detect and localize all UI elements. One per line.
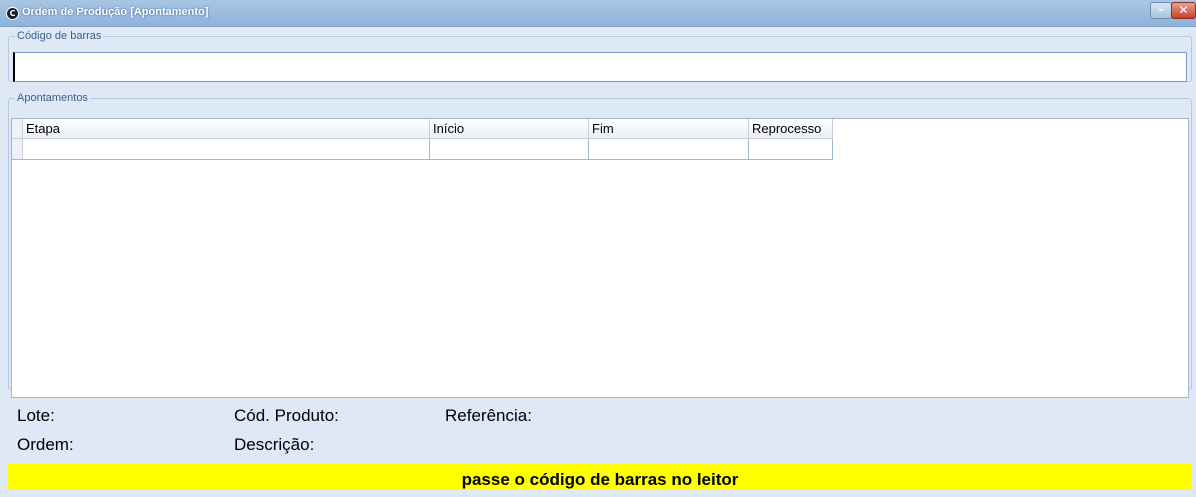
column-header-fim[interactable]: Fim <box>589 119 749 139</box>
close-icon: ✕ <box>1178 3 1189 17</box>
column-header-inicio[interactable]: Início <box>430 119 589 139</box>
referencia-label: Referência: <box>445 406 532 425</box>
window-title: Ordem de Produção [Apontamento] <box>22 6 209 18</box>
cell-etapa[interactable] <box>23 139 430 160</box>
apontamentos-group: Apontamentos Etapa Início Fim Reprocesso <box>8 92 1192 398</box>
title-bar[interactable]: C Ordem de Produção [Apontamento] – ✕ <box>0 0 1196 27</box>
close-button[interactable]: ✕ <box>1171 2 1196 19</box>
status-banner: passe o código de barras no leitor <box>8 463 1192 490</box>
cod-produto-label: Cód. Produto: <box>234 406 339 425</box>
cell-reprocesso[interactable] <box>749 139 833 160</box>
barcode-group: Código de barras <box>8 30 1192 82</box>
apontamentos-group-legend: Apontamentos <box>17 92 88 104</box>
barcode-group-legend: Código de barras <box>17 30 102 42</box>
descricao-label: Descrição: <box>234 435 315 454</box>
column-header-reprocesso[interactable]: Reprocesso <box>749 119 833 139</box>
minimize-icon: – <box>1158 3 1164 16</box>
column-header-etapa[interactable]: Etapa <box>23 119 430 139</box>
barcode-input[interactable] <box>13 52 1187 82</box>
cell-inicio[interactable] <box>430 139 589 160</box>
cell-fim[interactable] <box>589 139 749 160</box>
header-row-indicator <box>12 119 23 139</box>
lote-label: Lote: <box>17 406 55 425</box>
row-indicator[interactable] <box>12 139 23 160</box>
ordem-label: Ordem: <box>17 435 74 454</box>
minimize-button[interactable]: – <box>1150 2 1172 19</box>
app-logo-icon[interactable]: C <box>6 7 19 20</box>
apontamentos-grid[interactable]: Etapa Início Fim Reprocesso <box>11 118 1189 398</box>
